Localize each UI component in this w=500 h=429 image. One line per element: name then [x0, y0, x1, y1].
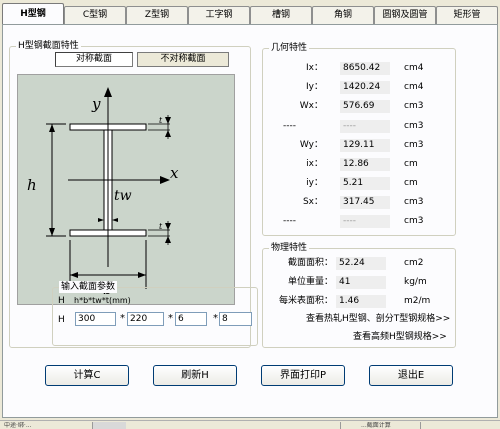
tab-i-beam[interactable]: 工字钢	[188, 6, 250, 25]
y-axis-label: y	[91, 95, 101, 113]
tab-panel: H型钢截面特性 对称截面 不对称截面 y x tw t t h 输入截面参数 H…	[2, 24, 498, 418]
h-arrow-top	[49, 124, 55, 132]
wx-label: Wx：	[299, 101, 323, 111]
print-button[interactable]: 界面打印P	[261, 365, 345, 386]
high-freq-spec-link[interactable]: 查看高频H型钢规格>>	[353, 331, 447, 343]
area-value: 52.24	[336, 257, 386, 270]
tab-bar: H型钢 C型钢 Z型钢 工字钢 槽钢 角钢 圆钢及圆管 矩形管	[2, 3, 498, 25]
wx-value: 576.69	[340, 100, 390, 113]
wy-unit: cm3	[404, 140, 424, 150]
tw-arrow-right	[112, 218, 118, 222]
h-arrow-bottom	[49, 228, 55, 236]
refresh-button[interactable]: 刷新H	[153, 365, 237, 386]
geometry-title: 几何特性	[269, 42, 310, 54]
h-section-drawing: y x tw t t h b	[17, 74, 235, 305]
sx-value: 317.45	[340, 196, 390, 209]
t-bottom-arrow2	[165, 236, 171, 243]
h-section-svg: y x tw t t h b	[27, 87, 179, 298]
multiply-sign-2: *	[168, 313, 173, 324]
wy-label: Wy：	[299, 140, 323, 150]
iy-label: Iy：	[306, 82, 323, 92]
formula-hint: h*b*tw*t(mm)	[74, 296, 131, 305]
weight-unit: kg/m	[404, 277, 427, 287]
wx-unit: cm3	[404, 101, 424, 111]
ix-radius-value: 12.86	[340, 158, 390, 171]
section-group-title: H型钢截面特性	[16, 40, 81, 52]
symmetric-section-toggle[interactable]: 对称截面	[55, 52, 133, 67]
b-arrow-left	[70, 272, 78, 278]
wy-value: 129.11	[340, 139, 390, 152]
input-group-title: 输入截面参数	[59, 281, 118, 293]
status-bar: 中途·绑·... ...截面计算	[0, 420, 500, 429]
wx2-label: ----	[283, 121, 296, 131]
t-input[interactable]: 8	[219, 312, 252, 326]
sx-label: Sx：	[302, 197, 323, 207]
area-unit: cm2	[404, 258, 424, 268]
tab-channel[interactable]: 槽钢	[250, 6, 312, 25]
iy-unit: cm4	[404, 82, 424, 92]
h-input[interactable]: 300	[75, 312, 116, 326]
tw-label: tw	[114, 188, 132, 204]
iy-value: 1420.24	[340, 81, 390, 94]
sx2-value: ----	[340, 215, 390, 228]
iy-radius-unit: cm	[404, 178, 418, 188]
t-bottom-arrow1	[165, 223, 171, 230]
weight-label: 单位重量：	[287, 277, 333, 287]
tab-round[interactable]: 圆钢及圆管	[374, 6, 436, 25]
tw-arrow-left	[98, 218, 104, 222]
x-axis-arrow	[160, 176, 170, 184]
tab-h-steel[interactable]: H型钢	[2, 3, 64, 25]
formula-prefix: H	[58, 296, 65, 306]
input-prefix: H	[58, 315, 65, 325]
calculate-button[interactable]: 计算C	[45, 365, 129, 386]
t-top-arrow2	[165, 130, 171, 137]
x-axis-label: x	[170, 164, 179, 182]
sx2-label: ----	[283, 216, 296, 226]
surface-label: 每米表面积：	[278, 296, 333, 306]
iy-radius-label: iy：	[306, 178, 323, 188]
ix-value: 8650.42	[340, 62, 390, 75]
ix-radius-unit: cm	[404, 159, 418, 169]
y-axis-arrow	[104, 87, 112, 97]
tab-z-steel[interactable]: Z型钢	[126, 6, 188, 25]
multiply-sign-1: *	[120, 313, 125, 324]
iy-radius-value: 5.21	[340, 177, 390, 190]
b-input[interactable]: 220	[127, 312, 164, 326]
multiply-sign-3: *	[213, 313, 218, 324]
t-top-arrow1	[165, 117, 171, 124]
h-label: h	[27, 176, 37, 194]
tab-angle[interactable]: 角钢	[312, 6, 374, 25]
tab-c-steel[interactable]: C型钢	[64, 6, 126, 25]
tab-rect-tube[interactable]: 矩形管	[436, 6, 498, 25]
surface-value: 1.46	[336, 295, 386, 308]
physical-title: 物理特性	[269, 242, 310, 254]
ix-unit: cm4	[404, 63, 424, 73]
ix-label: Ix：	[306, 63, 323, 73]
hot-rolled-spec-link[interactable]: 查看热轧H型钢、剖分T型钢规格>>	[306, 313, 450, 325]
sx-unit: cm3	[404, 197, 424, 207]
tw-input[interactable]: 6	[175, 312, 207, 326]
asymmetric-section-toggle[interactable]: 不对称截面	[137, 52, 229, 67]
ix-radius-label: ix：	[306, 159, 323, 169]
sx2-unit: cm3	[404, 216, 424, 226]
surface-unit: m2/m	[404, 296, 431, 306]
b-arrow-right	[138, 272, 146, 278]
exit-button[interactable]: 退出E	[369, 365, 453, 386]
wx2-unit: cm3	[404, 121, 424, 131]
weight-value: 41	[336, 276, 386, 289]
area-label: 截面面积：	[287, 258, 333, 268]
wx2-value: ----	[340, 120, 390, 133]
